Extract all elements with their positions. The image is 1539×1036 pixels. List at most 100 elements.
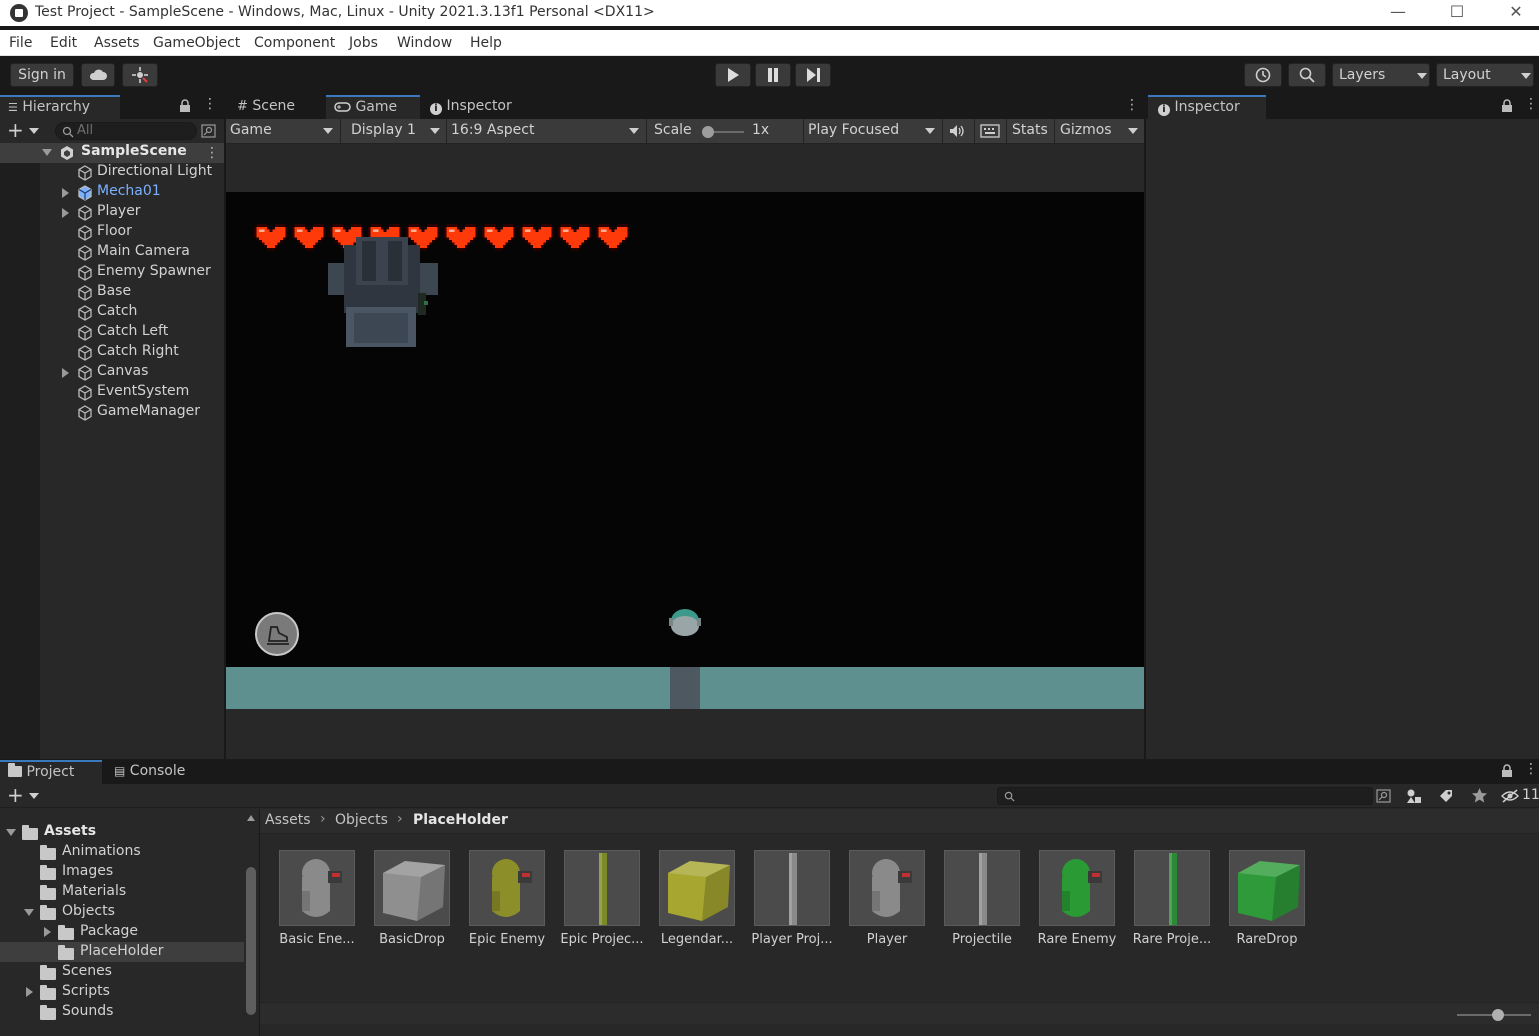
project-folder-item[interactable]: Images [0,862,244,882]
expand-arrow-icon[interactable] [62,368,69,378]
game-viewport[interactable] [226,192,1144,667]
expand-arrow-icon[interactable] [62,208,69,218]
scale-slider[interactable] [702,126,744,138]
tab-scene[interactable]: # Scene [226,95,324,119]
project-search-input[interactable] [997,787,1373,805]
filter-by-type-icon[interactable] [1406,788,1422,804]
menu-component[interactable]: Component [254,35,335,51]
project-folder-item[interactable]: Objects [0,902,244,922]
tab-inspector-center[interactable]: i Inspector [422,95,542,119]
chevron-down-icon[interactable] [29,793,39,799]
asset-item[interactable]: Player [840,850,926,950]
breadcrumb-assets[interactable]: Assets [265,812,311,828]
gizmos-chevron-down-icon[interactable] [1128,128,1138,134]
hierarchy-item[interactable]: Mecha01 [0,183,224,203]
favorite-star-icon[interactable] [1471,787,1488,804]
expand-arrow-icon[interactable] [6,829,16,836]
add-icon[interactable]: + [7,120,24,140]
project-folder-item[interactable]: Sounds [0,1002,244,1022]
step-button[interactable] [795,63,831,87]
scene-row[interactable]: SampleScene ⋮ [0,143,224,163]
expand-arrow-icon[interactable] [42,149,52,156]
menu-edit[interactable]: Edit [50,35,77,51]
hierarchy-item[interactable]: Catch Right [0,343,224,363]
project-folder-item[interactable]: Materials [0,882,244,902]
breadcrumb-placeholder[interactable]: PlaceHolder [413,812,508,828]
asset-item[interactable]: RareDrop [1220,850,1306,950]
asset-item[interactable]: Epic Enemy [460,850,546,950]
project-menu-icon[interactable]: ⋮ [1524,762,1538,776]
play-mode-dropdown[interactable]: Play Focused [808,119,938,143]
asset-item[interactable]: Rare Enemy [1030,850,1116,950]
minimize-button[interactable]: — [1375,0,1421,26]
cloud-button[interactable] [81,63,115,87]
asset-item[interactable]: Rare Proje... [1125,850,1211,950]
hierarchy-item[interactable]: Directional Light [0,163,224,183]
search-options-icon[interactable] [1376,789,1391,803]
asset-item[interactable]: BasicDrop [365,850,451,950]
center-menu-icon[interactable]: ⋮ [1125,98,1139,112]
layers-dropdown[interactable]: Layers [1332,63,1430,87]
hierarchy-item[interactable]: Player [0,203,224,223]
hierarchy-item[interactable]: Main Camera [0,243,224,263]
hierarchy-item[interactable]: Canvas [0,363,224,383]
hierarchy-item[interactable]: Catch [0,303,224,323]
lock-icon[interactable] [1501,99,1513,113]
tab-inspector[interactable]: i Inspector [1148,95,1266,119]
tree-scrollbar[interactable] [244,809,259,1036]
menu-help[interactable]: Help [470,35,502,51]
project-folder-item[interactable]: Scripts [0,982,244,1002]
expand-arrow-icon[interactable] [24,909,34,916]
project-folder-item[interactable]: Animations [0,842,244,862]
layout-dropdown[interactable]: Layout [1436,63,1534,87]
collab-button[interactable] [122,63,158,87]
project-folder-item[interactable]: Package [0,922,244,942]
keyboard-icon[interactable] [980,124,1000,138]
asset-item[interactable]: Player Proj... [745,850,833,950]
menu-assets[interactable]: Assets [94,35,140,51]
display-dropdown[interactable]: Display 1 [351,119,443,143]
hierarchy-item[interactable]: Base [0,283,224,303]
game-view-dropdown[interactable]: Game [230,119,338,143]
chevron-down-icon[interactable] [29,128,39,134]
play-button[interactable] [715,63,751,87]
tab-project[interactable]: Project [0,760,102,784]
sign-in-button[interactable]: Sign in [10,63,74,87]
close-button[interactable]: ✕ [1493,0,1539,26]
asset-item[interactable]: Legendar... [650,850,736,950]
gizmos-button[interactable]: Gizmos [1060,119,1112,143]
aspect-dropdown[interactable]: 16:9 Aspect [451,119,643,143]
asset-item[interactable]: Epic Projec... [555,850,644,950]
project-folder-item[interactable]: Scenes [0,962,244,982]
hierarchy-search-input[interactable]: All [55,122,197,140]
hierarchy-item[interactable]: GameManager [0,403,224,423]
history-button[interactable] [1244,63,1282,87]
hidden-packages-icon[interactable] [1501,789,1519,803]
add-icon[interactable]: + [7,785,24,805]
asset-item[interactable]: Basic Ene... [270,850,356,950]
speaker-icon[interactable] [948,124,966,138]
tab-console[interactable]: ▤ Console [104,760,204,784]
lock-icon[interactable] [179,99,191,113]
hierarchy-item[interactable]: Enemy Spawner [0,263,224,283]
search-button[interactable] [1288,63,1326,87]
filter-by-label-icon[interactable] [1438,788,1454,804]
hierarchy-item[interactable]: Floor [0,223,224,243]
expand-arrow-icon[interactable] [26,987,33,997]
tab-hierarchy[interactable]: ☰ Hierarchy [0,95,120,119]
project-folder-item[interactable]: PlaceHolder [0,942,244,962]
menu-window[interactable]: Window [397,35,452,51]
pause-button[interactable] [755,63,791,87]
scroll-up-icon[interactable] [247,815,255,821]
zoom-slider-thumb[interactable] [1492,1009,1504,1021]
menu-file[interactable]: File [9,35,32,51]
tab-game[interactable]: Game [326,95,420,119]
maximize-button[interactable]: ☐ [1434,0,1480,26]
asset-item[interactable]: Projectile [935,850,1021,950]
hierarchy-item[interactable]: EventSystem [0,383,224,403]
hierarchy-item[interactable]: Catch Left [0,323,224,343]
search-options-icon[interactable] [201,124,216,138]
expand-arrow-icon[interactable] [44,927,51,937]
scene-menu-icon[interactable]: ⋮ [205,146,219,160]
tree-scroll-thumb[interactable] [246,867,256,1015]
